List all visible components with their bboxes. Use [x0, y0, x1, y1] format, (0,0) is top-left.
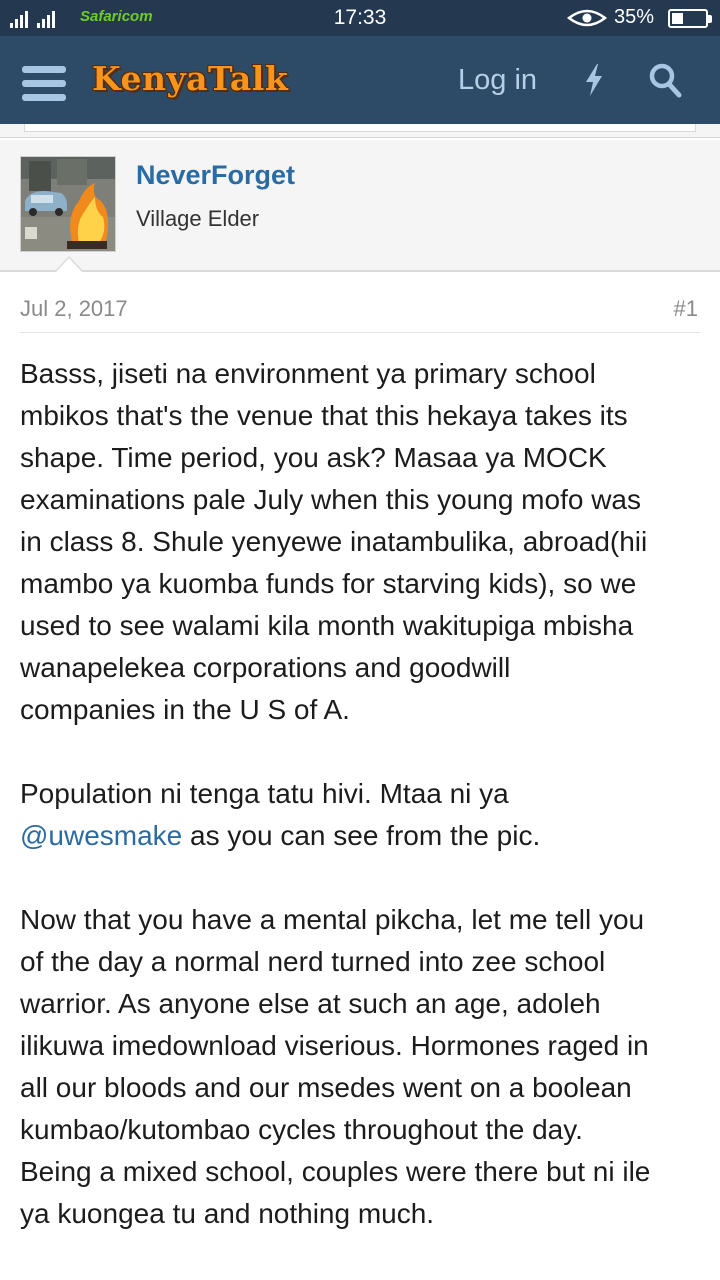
post-line: in class 8. Shule yenyewe inatambulika, …: [20, 526, 648, 557]
post-line: examinations pale July when this young m…: [20, 484, 642, 515]
post-line: companies in the U S of A.: [20, 694, 350, 725]
post-line: ya kuongea tu and nothing much.: [20, 1198, 435, 1229]
eye-icon: [567, 9, 607, 27]
battery-fill: [672, 13, 683, 24]
post-line: kumbao/kutombao cycles throughout the da…: [20, 1114, 583, 1145]
post-line: warrior. As anyone else at such an age, …: [20, 988, 601, 1019]
author-title: Village Elder: [136, 206, 260, 231]
post-line: Basss, jiseti na environment ya primary …: [20, 358, 596, 389]
meta-divider: [20, 332, 700, 333]
post-line: @uwesmake as you can see from the pic.: [20, 815, 710, 857]
post-body: Basss, jiseti na environment ya primary …: [20, 353, 710, 1277]
site-logo[interactable]: KenyaTalk: [92, 59, 288, 98]
login-link[interactable]: Log in: [458, 64, 537, 97]
post-line-rest: as you can see from the pic.: [182, 820, 541, 851]
post-line: Population ni tenga tatu hivi. Mtaa ni y…: [20, 778, 509, 809]
post-line: wanapelekea corporations and goodwill: [20, 652, 511, 683]
search-icon[interactable]: [648, 62, 682, 98]
battery-icon: [668, 9, 712, 28]
menu-icon[interactable]: [22, 66, 66, 102]
status-bar: Safaricom 17:33 35%: [0, 0, 720, 36]
bolt-icon[interactable]: [582, 62, 606, 98]
author-name[interactable]: NeverForget: [136, 160, 295, 191]
post-line: shape. Time period, you ask? Masaa ya MO…: [20, 442, 607, 473]
post-number[interactable]: #1: [674, 296, 698, 322]
post-line: of the day a normal nerd turned into zee…: [20, 946, 606, 977]
site-header: KenyaTalk Log in: [0, 36, 720, 128]
post-line: Now that you have a mental pikcha, let m…: [20, 904, 645, 935]
avatar[interactable]: [20, 156, 116, 252]
post-line: mambo ya kuomba funds for starving kids)…: [20, 568, 637, 599]
post-line: used to see walami kila month wakitupiga…: [20, 610, 634, 641]
post-paragraph-3: Now that you have a mental pikcha, let m…: [20, 899, 710, 1235]
header-divider: [0, 124, 720, 138]
post-line: ilikuwa imedownload viserious. Hormones …: [20, 1030, 649, 1061]
user-mention-link[interactable]: @uwesmake: [20, 820, 182, 851]
message-pointer: [54, 256, 84, 272]
status-clock: 17:33: [333, 6, 387, 29]
post-line: mbikos that's the venue that this hekaya…: [20, 400, 628, 431]
battery-percent: 35%: [614, 6, 655, 28]
post-paragraph-1: Basss, jiseti na environment ya primary …: [20, 353, 710, 731]
post-paragraph-2: Population ni tenga tatu hivi. Mtaa ni y…: [20, 773, 710, 857]
author-block: NeverForget Village Elder: [0, 140, 720, 272]
post-date[interactable]: Jul 2, 2017: [20, 296, 128, 322]
post-line: all our bloods and our msedes went on a …: [20, 1072, 632, 1103]
post-line: Being a mixed school, couples were there…: [20, 1156, 651, 1187]
